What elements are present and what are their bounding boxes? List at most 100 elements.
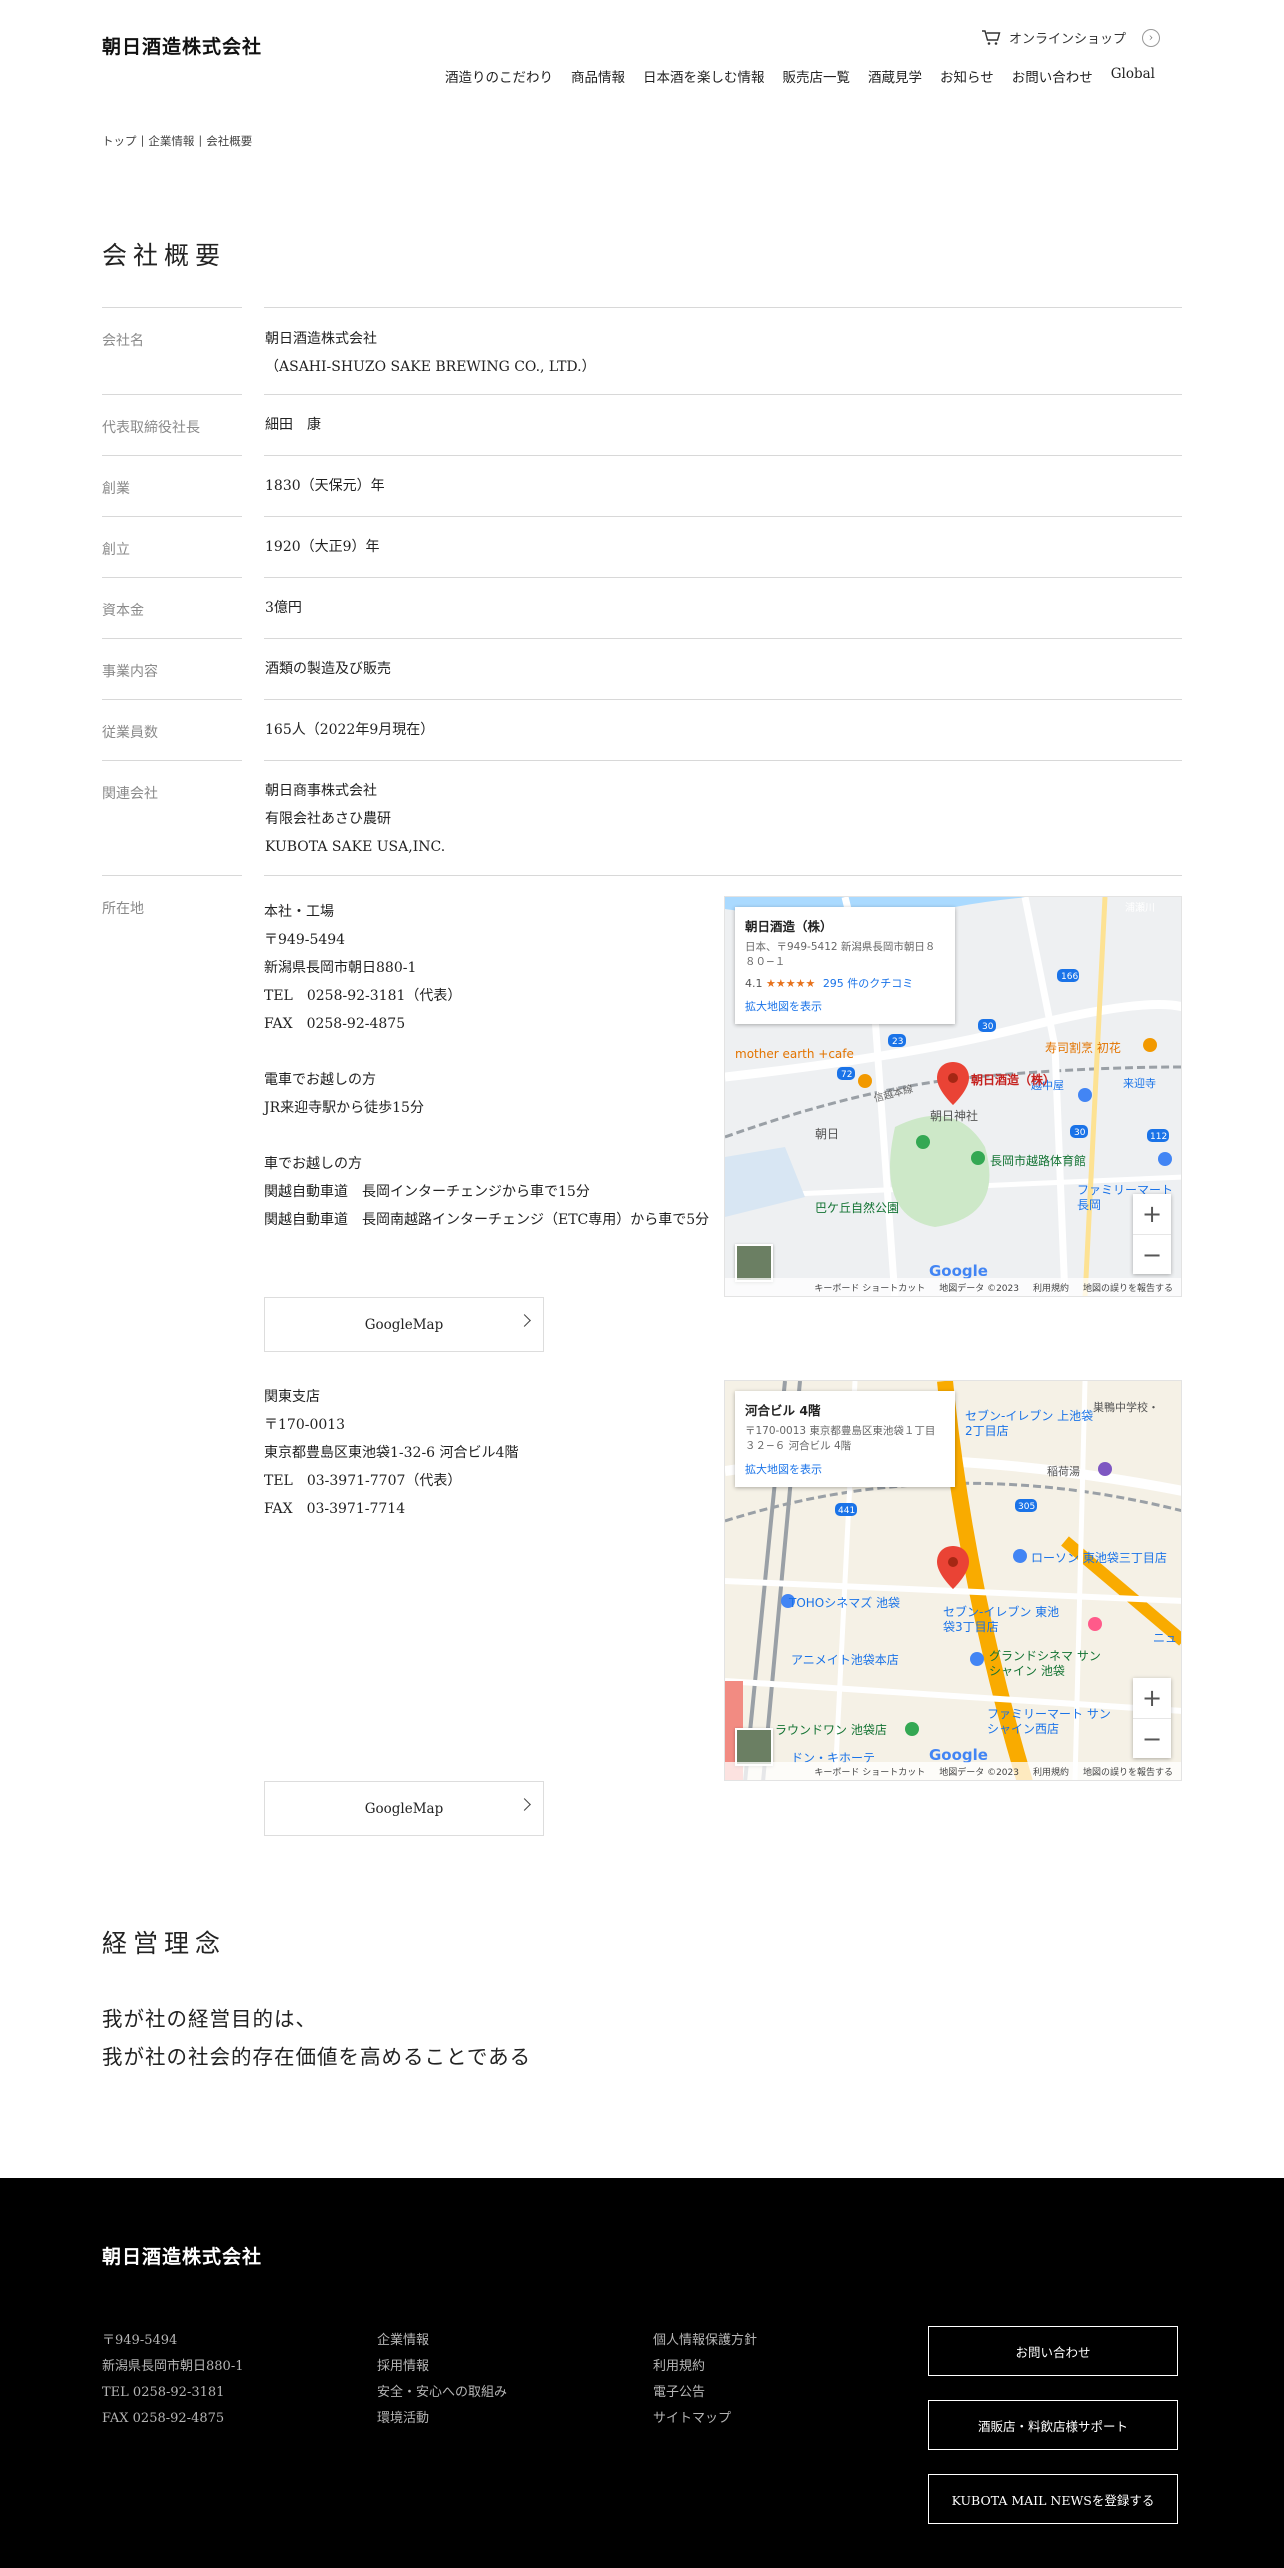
philosophy-statement: 我が社の経営目的は、 我が社の社会的存在価値を高めることである: [102, 2000, 531, 2076]
map-label: 巴ケ丘自然公園: [815, 1201, 900, 1215]
footer-link-environment[interactable]: 環境活動: [377, 2406, 507, 2432]
row-label: 資本金: [102, 603, 144, 619]
access-line: JR来迎寺駅から徒歩15分: [264, 1100, 424, 1116]
map-label: ニュ: [1153, 1631, 1178, 1645]
breadcrumb-top[interactable]: トップ: [102, 133, 137, 149]
footer-link-privacy[interactable]: 個人情報保護方針: [653, 2328, 757, 2354]
satellite-toggle[interactable]: [735, 1728, 773, 1766]
address-line: 〒170-0013: [264, 1417, 346, 1433]
road-number: 23: [892, 1037, 903, 1047]
zoom-out-button[interactable]: −: [1133, 1234, 1171, 1274]
footer-contact-button[interactable]: お問い合わせ: [928, 2326, 1178, 2376]
row-value: 1830（天保元）年: [265, 478, 385, 494]
keyboard-shortcuts-link[interactable]: キーボード ショートカット: [814, 1281, 925, 1294]
zoom-in-button[interactable]: +: [1133, 1678, 1171, 1718]
map-place-name: 朝日酒造（株）: [745, 919, 833, 934]
chevron-right-icon: [518, 1314, 531, 1327]
breadcrumb-current: 会社概要: [206, 134, 253, 148]
rating-value: 4.1: [745, 977, 763, 990]
road-number: 30: [982, 1022, 994, 1032]
global-nav: 酒造りのこだわり 商品情報 日本酒を楽しむ情報 販売店一覧 酒蔵見学 お知らせ …: [445, 66, 1155, 86]
footer-link-public-notice[interactable]: 電子公告: [653, 2380, 757, 2406]
row-label: 所在地: [102, 901, 144, 917]
breadcrumb-corporate[interactable]: 企業情報: [148, 133, 194, 149]
table-row: 会社名 朝日酒造株式会社 （ASAHI-SHUZO SAKE BREWING C…: [102, 307, 1182, 394]
nav-global[interactable]: Global: [1111, 66, 1155, 86]
footer-dealer-support-button[interactable]: 酒販店・料飲店様サポート: [928, 2400, 1178, 2450]
map-label: グランドシネマ サンシャイン 池袋: [989, 1649, 1101, 1678]
online-shop-label: オンラインショップ: [1008, 32, 1126, 47]
footer-link-safety[interactable]: 安全・安心への取組み: [377, 2380, 507, 2406]
footer-address-line: 新潟県長岡市朝日880-1: [102, 2359, 244, 2374]
zoom-out-button[interactable]: −: [1133, 1718, 1171, 1758]
nav-contact[interactable]: お問い合わせ: [1012, 66, 1093, 86]
terms-link[interactable]: 利用規約: [1033, 1765, 1069, 1778]
company-name-en: （ASAHI-SHUZO SAKE BREWING CO., LTD.）: [265, 359, 596, 375]
footer-logo[interactable]: 朝日酒造株式会社: [102, 2242, 262, 2269]
nav-kodawari[interactable]: 酒造りのこだわり: [445, 66, 553, 86]
footer-link-sitemap[interactable]: サイトマップ: [653, 2406, 757, 2432]
road-number: 112: [1150, 1132, 1167, 1142]
nav-news[interactable]: お知らせ: [940, 66, 994, 86]
table-row: 事業内容 酒類の製造及び販売: [102, 638, 1182, 699]
road-number: 30: [1074, 1128, 1086, 1138]
access-line: 車でお越しの方: [264, 1156, 362, 1172]
table-row: 資本金 3億円: [102, 577, 1182, 638]
table-row: 関連会社 朝日商事株式会社 有限会社あさひ農研 KUBOTA SAKE USA,…: [102, 760, 1182, 875]
map-kanto[interactable]: 305 441 セブン-イレブン 上池袋2丁目店 巣鴨中学校・ 稲荷湯 ローソン…: [724, 1380, 1182, 1781]
affiliate-item: 有限会社あさひ農研: [265, 811, 391, 827]
row-label: 事業内容: [102, 664, 158, 680]
googlemap-label: GoogleMap: [364, 1800, 444, 1817]
footer-address-line: 〒949-5494: [102, 2333, 178, 2348]
map-label: 浦瀬川: [1125, 903, 1155, 914]
reviews-link[interactable]: 295 件のクチコミ: [823, 977, 914, 990]
map-data-text: 地図データ ©2023: [939, 1767, 1019, 1778]
googlemap-label: GoogleMap: [364, 1316, 444, 1333]
footer-link-recruit[interactable]: 採用情報: [377, 2354, 507, 2380]
enlarge-map-link[interactable]: 拡大地図を表示: [745, 1461, 945, 1477]
report-error-link[interactable]: 地図の誤りを報告する: [1083, 1765, 1173, 1778]
map-label: セブン-イレブン 上池袋2丁目店: [965, 1409, 1094, 1438]
chevron-right-icon: [518, 1798, 531, 1811]
nav-products[interactable]: 商品情報: [571, 66, 625, 86]
googlemap-button-hq[interactable]: GoogleMap: [264, 1297, 544, 1352]
enlarge-map-link[interactable]: 拡大地図を表示: [745, 998, 945, 1014]
online-shop-link[interactable]: オンラインショップ ›: [981, 28, 1160, 47]
map-hq[interactable]: 166 30 23 72 30 112 mother earth +cafe 寿…: [724, 896, 1182, 1297]
map-attribution: キーボード ショートカット 地図データ ©2023 利用規約 地図の誤りを報告す…: [725, 1278, 1181, 1296]
affiliate-item: 朝日商事株式会社: [265, 783, 377, 799]
keyboard-shortcuts-link[interactable]: キーボード ショートカット: [814, 1765, 925, 1778]
address-line: 関東支店: [264, 1389, 320, 1405]
map-rating: 4.1 ★★★★★ 295 件のクチコミ: [745, 975, 945, 991]
address-line: 新潟県長岡市朝日880-1: [264, 960, 417, 976]
map-label: 巣鴨中学校・: [1093, 1401, 1159, 1414]
report-error-link[interactable]: 地図の誤りを報告する: [1083, 1281, 1173, 1294]
row-value: 朝日商事株式会社 有限会社あさひ農研 KUBOTA SAKE USA,INC.: [264, 760, 1182, 875]
access-line: 関越自動車道 長岡南越路インターチェンジ（ETC専用）から車で5分: [264, 1212, 710, 1228]
satellite-toggle[interactable]: [735, 1244, 773, 1282]
footer-mail-news-button[interactable]: KUBOTA MAIL NEWSを登録する: [928, 2474, 1178, 2524]
address-line: 〒949-5494: [264, 932, 346, 948]
map-label: アニメイト池袋本店: [791, 1653, 899, 1667]
footer-links-corporate: 企業情報 採用情報 安全・安心への取組み 環境活動: [377, 2328, 507, 2432]
nav-enjoy-sake[interactable]: 日本酒を楽しむ情報: [643, 66, 765, 86]
terms-link[interactable]: 利用規約: [1033, 1281, 1069, 1294]
footer-link-corporate[interactable]: 企業情報: [377, 2328, 507, 2354]
footer-address-line: TEL 0258-92-3181: [102, 2385, 225, 2400]
company-name: 朝日酒造株式会社: [265, 331, 377, 347]
nav-stores[interactable]: 販売店一覧: [783, 66, 851, 86]
map-data-text: 地図データ ©2023: [939, 1283, 1019, 1294]
breadcrumb-separator: |: [140, 133, 145, 147]
map-place-name: 河合ビル 4階: [745, 1403, 821, 1418]
map-label: 朝日酒造（株）: [971, 1073, 1056, 1087]
row-label: 代表取締役社長: [102, 420, 200, 436]
footer-link-terms[interactable]: 利用規約: [653, 2354, 757, 2380]
site-logo[interactable]: 朝日酒造株式会社: [102, 32, 262, 59]
kanto-address: 関東支店 〒170-0013 東京都豊島区東池袋1-32-6 河合ビル4階 TE…: [264, 1383, 518, 1523]
map-label: セブン-イレブン 東池袋3丁目店: [943, 1605, 1060, 1634]
map-label: 稲荷湯: [1047, 1465, 1080, 1478]
chevron-right-icon: ›: [1142, 28, 1160, 47]
googlemap-button-kanto[interactable]: GoogleMap: [264, 1781, 544, 1836]
nav-brewery-tour[interactable]: 酒蔵見学: [868, 66, 922, 86]
zoom-in-button[interactable]: +: [1133, 1194, 1171, 1234]
